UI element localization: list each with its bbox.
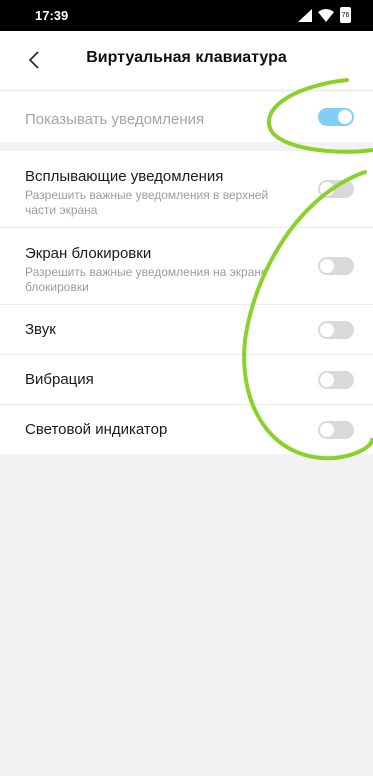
section-divider <box>0 142 373 151</box>
setting-title: Световой индикатор <box>25 421 168 438</box>
toggle-knob <box>338 110 352 124</box>
settings-content: Показывать уведомления Всплывающие уведо… <box>0 89 373 454</box>
setting-title: Звук <box>25 321 56 338</box>
toggle-knob <box>320 373 334 387</box>
battery-level: 76 <box>341 11 350 19</box>
setting-row-vibration[interactable]: Вибрация <box>0 355 373 405</box>
toggle-switch-sound[interactable] <box>318 321 354 339</box>
toggle-switch-popup[interactable] <box>318 180 354 198</box>
toggle-switch-led[interactable] <box>318 421 354 439</box>
status-icons: 76 <box>298 6 351 24</box>
setting-row-popup[interactable]: Всплывающие уведомления Разрешить важные… <box>0 151 373 228</box>
master-toggle-row[interactable]: Показывать уведомления <box>0 92 373 142</box>
setting-subtitle: Разрешить важные уведомления на экране б… <box>25 265 268 294</box>
setting-row-led[interactable]: Световой индикатор <box>0 405 373 454</box>
battery-icon: 76 <box>340 7 351 23</box>
toggle-knob <box>320 259 334 273</box>
settings-list: Всплывающие уведомления Разрешить важные… <box>0 151 373 454</box>
signal-icon <box>298 8 312 22</box>
setting-title: Всплывающие уведомления <box>25 168 224 185</box>
toggle-switch-lockscreen[interactable] <box>318 257 354 275</box>
setting-row-sound[interactable]: Звук <box>0 305 373 355</box>
toggle-knob <box>320 182 334 196</box>
setting-title: Вибрация <box>25 371 94 388</box>
page-title: Виртуальная клавиатура <box>86 49 287 66</box>
wifi-icon <box>318 8 334 22</box>
setting-row-lockscreen[interactable]: Экран блокировки Разрешить важные уведом… <box>0 228 373 305</box>
setting-subtitle: Разрешить важные уведомления в верхней ч… <box>25 188 269 217</box>
master-toggle-switch[interactable] <box>318 108 354 126</box>
toggle-switch-vibration[interactable] <box>318 371 354 389</box>
status-bar: 17:39 76 <box>0 0 373 31</box>
toggle-knob <box>320 423 334 437</box>
app-bar: Виртуальная клавиатура <box>0 31 373 89</box>
setting-title: Экран блокировки <box>25 245 152 262</box>
master-toggle-label: Показывать уведомления <box>25 111 205 128</box>
toggle-knob <box>320 323 334 337</box>
status-time: 17:39 <box>35 8 69 23</box>
